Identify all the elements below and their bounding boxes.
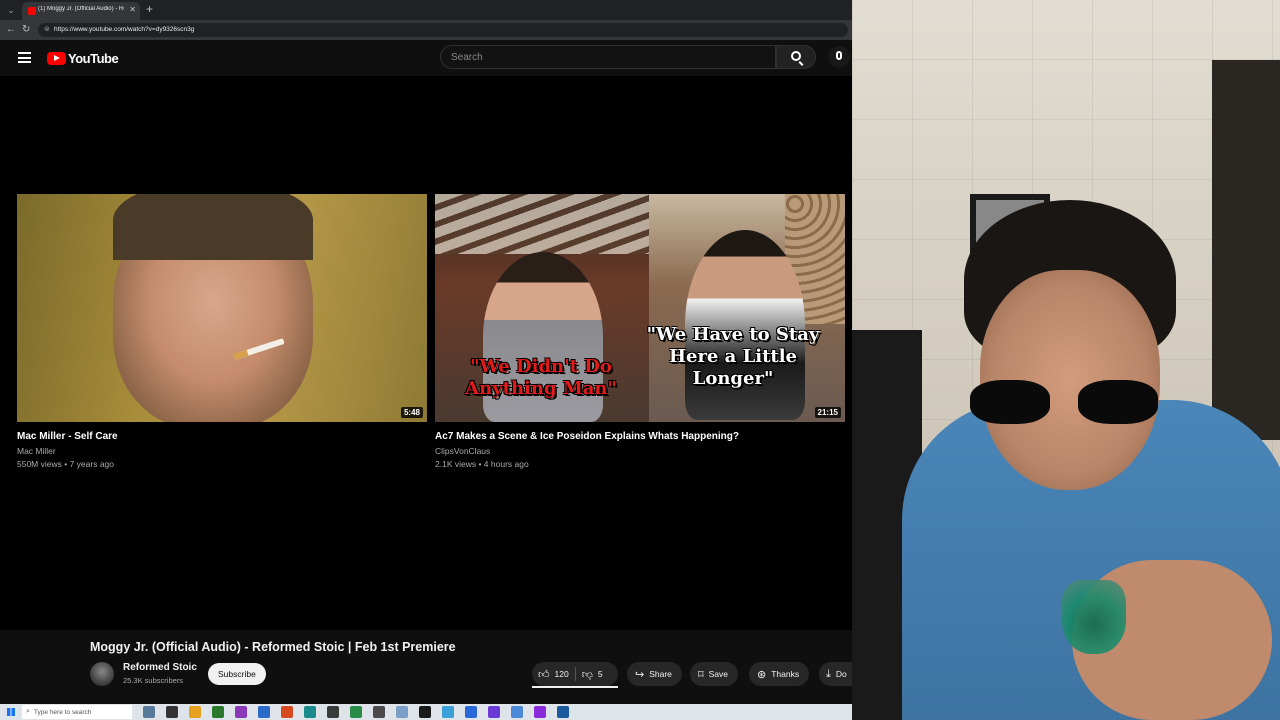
thumbs-down-icon: 👎︎ (581, 668, 593, 681)
browser-tab-title: (1) Moggy Jr. (Official Audio) - Re (38, 6, 124, 12)
taskbar-pinned-apps (132, 706, 569, 718)
download-icon: ⤓ (826, 667, 831, 680)
browser-toolbar: ← ↻ ⊜ https://www.youtube.com/watch?v=dy… (0, 20, 852, 40)
tab-search-chevron-icon[interactable]: ⌄ (4, 3, 18, 17)
video-channel-name[interactable]: Mac Miller (17, 446, 427, 456)
webcam-sunglasses (970, 370, 1160, 430)
avatar[interactable] (90, 662, 114, 686)
taskbar-app-icon[interactable] (557, 706, 569, 718)
taskbar-search-input[interactable]: ⌕ Type here to search (22, 705, 132, 719)
taskbar-app-icon[interactable] (465, 706, 477, 718)
windows-taskbar: ⌕ Type here to search (0, 704, 852, 720)
taskbar-app-icon[interactable] (350, 706, 362, 718)
super-thanks-icon: ⊛ (757, 668, 767, 681)
search-input[interactable] (441, 46, 775, 68)
save-label: Save (708, 669, 729, 679)
taskbar-app-icon[interactable] (327, 706, 339, 718)
save-button[interactable]: ⌑ Save (690, 662, 739, 686)
youtube-wordmark: YouTube (68, 50, 119, 66)
channel-name[interactable]: Reformed Stoic (123, 662, 197, 673)
taskbar-app-icon[interactable] (281, 706, 293, 718)
back-arrow-icon[interactable]: ← (6, 24, 16, 35)
new-tab-plus-icon[interactable]: + (146, 2, 153, 16)
endscreen-video-card[interactable]: 5:48 Mac Miller - Self Care Mac Miller 5… (17, 194, 427, 469)
dislike-button[interactable]: 👎︎ 5 (576, 662, 609, 686)
search-box (440, 45, 776, 69)
share-label: Share (649, 669, 672, 679)
video-duration-badge: 5:48 (400, 407, 423, 418)
share-button[interactable]: ↪ Share (627, 662, 682, 686)
taskbar-app-icon[interactable] (143, 706, 155, 718)
video-title[interactable]: Ac7 Makes a Scene & Ice Poseidon Explain… (435, 431, 845, 442)
video-channel-name[interactable]: ClipsVonClaus (435, 446, 845, 456)
video-thumbnail[interactable]: "We Didn't Do Anything Man" "We Have to … (435, 194, 845, 422)
taskbar-app-icon[interactable] (166, 706, 178, 718)
download-button[interactable]: ⤓ Do (819, 662, 852, 686)
taskbar-app-icon[interactable] (212, 706, 224, 718)
browser-tab-strip: ⌄ (1) Moggy Jr. (Official Audio) - Re ✕ … (0, 0, 852, 20)
search-icon: ⌕ (26, 708, 30, 715)
share-arrow-icon: ↪ (635, 668, 645, 681)
endscreen-video-card[interactable]: "We Didn't Do Anything Man" "We Have to … (435, 194, 845, 469)
tab-close-icon[interactable]: ✕ (129, 5, 136, 14)
hamburger-menu-icon[interactable] (18, 52, 31, 63)
address-bar[interactable]: ⊜ https://www.youtube.com/watch?v=dy9326… (38, 23, 848, 37)
download-label: Do (835, 669, 847, 679)
like-dislike-bar: 👍︎ 120 👎︎ 5 (532, 662, 618, 688)
video-thumbnail[interactable]: 5:48 (17, 194, 427, 422)
video-title[interactable]: Mac Miller - Self Care (17, 431, 427, 442)
reload-icon[interactable]: ↻ (22, 24, 30, 35)
taskbar-app-icon[interactable] (373, 706, 385, 718)
taskbar-app-icon[interactable] (534, 706, 546, 718)
taskbar-app-icon[interactable] (189, 706, 201, 718)
webcam-dark-shelf (1212, 60, 1280, 440)
like-count: 120 (554, 669, 569, 679)
like-ratio-bar (532, 686, 618, 688)
thanks-button[interactable]: ⊛ Thanks (749, 662, 810, 686)
webcam-glass-object (1062, 580, 1126, 654)
video-player[interactable]: 5:48 Mac Miller - Self Care Mac Miller 5… (0, 76, 852, 630)
video-duration-badge: 21:15 (814, 407, 841, 418)
bookmark-icon: ⌑ (698, 668, 704, 681)
taskbar-app-icon[interactable] (419, 706, 431, 718)
address-url: https://www.youtube.com/watch?v=dy9326sc… (54, 26, 195, 33)
taskbar-app-icon[interactable] (258, 706, 270, 718)
thumbnail-caption-white: "We Have to Stay Here a Little Longer" (646, 324, 820, 389)
thumbnail-hair (113, 194, 313, 260)
youtube-favicon-icon (28, 7, 36, 15)
page-title: Moggy Jr. (Official Audio) - Reformed St… (90, 640, 456, 654)
subscribe-button[interactable]: Subscribe (208, 663, 266, 685)
thumbnail-caption-red: "We Didn't Do Anything Man" (465, 356, 617, 399)
taskbar-app-icon[interactable] (488, 706, 500, 718)
browser-tab-active[interactable]: (1) Moggy Jr. (Official Audio) - Re ✕ (22, 2, 140, 20)
search-button[interactable] (776, 45, 816, 69)
taskbar-search-placeholder: Type here to search (33, 708, 92, 716)
watch-metadata: Moggy Jr. (Official Audio) - Reformed St… (0, 630, 852, 704)
youtube-header: YouTube (0, 40, 852, 76)
voice-search-button[interactable] (828, 46, 850, 68)
site-info-icon[interactable]: ⊜ (44, 25, 50, 33)
thumbs-up-icon: 👍︎ (538, 668, 550, 681)
taskbar-app-icon[interactable] (511, 706, 523, 718)
microphone-icon (836, 51, 842, 60)
taskbar-app-icon[interactable] (235, 706, 247, 718)
video-meta: 550M views • 7 years ago (17, 459, 114, 469)
video-meta: 2.1K views • 4 hours ago (435, 459, 529, 469)
taskbar-app-icon[interactable] (442, 706, 454, 718)
taskbar-app-icon[interactable] (396, 706, 408, 718)
subscriber-count: 25.3K subscribers (123, 676, 184, 685)
taskbar-app-icon[interactable] (304, 706, 316, 718)
thanks-label: Thanks (771, 669, 800, 679)
dislike-count: 5 (597, 669, 603, 679)
like-button[interactable]: 👍︎ 120 (532, 662, 575, 686)
webcam-feed (852, 0, 1280, 720)
search-icon (791, 51, 801, 61)
windows-start-icon[interactable] (0, 704, 22, 720)
youtube-play-logo-icon (47, 51, 66, 65)
youtube-logo[interactable]: YouTube (47, 50, 119, 66)
